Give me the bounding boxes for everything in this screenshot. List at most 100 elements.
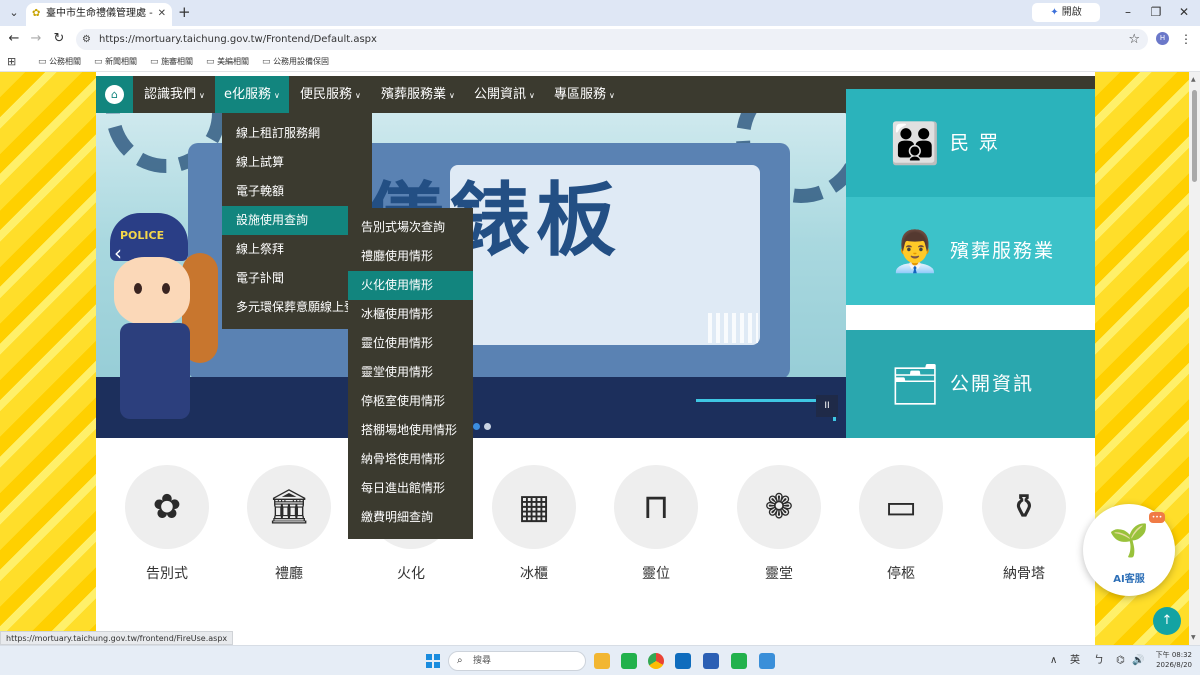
- tab-search-dropdown-icon[interactable]: ⌄: [6, 5, 22, 21]
- home-button[interactable]: ⌂: [96, 76, 133, 113]
- bar-chart-decoration-icon: [708, 313, 758, 343]
- clock-date: 2026/8/20: [1156, 661, 1192, 669]
- gemini-button[interactable]: ✦ 開啟 Gemini: [1032, 3, 1100, 37]
- browser-menu-icon[interactable]: ⋮: [1180, 31, 1192, 47]
- profile-avatar[interactable]: H: [1156, 32, 1169, 45]
- worker-icon: 👨‍💼: [890, 229, 940, 275]
- reload-icon[interactable]: ↻: [50, 30, 68, 48]
- ai-chatbot-button[interactable]: ••• 🌱 AI客服: [1083, 504, 1175, 596]
- submenu-item[interactable]: 搭棚場地使用情形: [348, 416, 473, 445]
- bookmark-star-icon[interactable]: ☆: [1128, 31, 1140, 48]
- window-close-icon[interactable]: ✕: [1176, 4, 1192, 20]
- service-coffin[interactable]: ▭ 停柩: [846, 465, 956, 615]
- tray-expand-icon[interactable]: ∧: [1050, 654, 1057, 668]
- chat-bubble-icon: •••: [1149, 512, 1165, 523]
- service-icons-row: ✿告別式 🏛禮廳 ♨火化 ▦冰櫃 ⊓靈位 ❁靈堂 ▭停柩 ⚱納骨塔: [96, 438, 1095, 645]
- back-to-top-button[interactable]: ↑: [1153, 607, 1181, 635]
- page-viewport: ⌂ 認識我們 ∨ e化服務 ∨ 便民服務 ∨ 殯葬服務業 ∨ 公開資訊 ∨ 專區服務 ∨ 儀…: [0, 72, 1189, 645]
- chrome-icon[interactable]: [648, 653, 664, 669]
- scroll-down-icon[interactable]: ▼: [1191, 634, 1196, 641]
- nav-citizen-services[interactable]: 便民服務 ∨: [300, 76, 361, 113]
- file-explorer-icon[interactable]: [594, 653, 610, 669]
- address-bar[interactable]: ⚙ https://mortuary.taichung.gov.tw/Front…: [76, 29, 1148, 50]
- submenu-item[interactable]: 靈堂使用情形: [348, 358, 473, 387]
- seedling-icon: 🌱: [1109, 521, 1149, 559]
- url-text[interactable]: https://mortuary.taichung.gov.tw/Fronten…: [99, 32, 377, 47]
- submenu-item[interactable]: 每日進出館情形: [348, 474, 473, 503]
- submenu-item[interactable]: 納骨塔使用情形: [348, 445, 473, 474]
- submenu-item[interactable]: 告別式場次查詢: [348, 213, 473, 242]
- scroll-thumb[interactable]: [1192, 90, 1197, 182]
- submenu-item[interactable]: 停柩室使用情形: [348, 387, 473, 416]
- network-icon[interactable]: ⌬: [1116, 654, 1125, 668]
- app-icon[interactable]: [759, 653, 775, 669]
- nav-special-services[interactable]: 專區服務 ∨: [554, 76, 615, 113]
- taskbar-search-placeholder: 搜尋: [473, 656, 492, 666]
- word-icon[interactable]: [703, 653, 719, 669]
- service-farewell[interactable]: ✿ 告別式: [112, 465, 222, 615]
- menu-item-online-booking[interactable]: 線上租訂服務網: [222, 119, 372, 148]
- service-hall[interactable]: 🏛 禮廳: [234, 465, 344, 615]
- line-app-icon[interactable]: [731, 653, 747, 669]
- bookmark-folder[interactable]: ▭ 公務用設備保固: [262, 56, 329, 68]
- carousel-dot[interactable]: [473, 423, 480, 430]
- volume-icon[interactable]: 🔊: [1132, 654, 1144, 668]
- menu-item-online-calc[interactable]: 線上試算: [222, 148, 372, 177]
- windows-start-icon[interactable]: [426, 654, 440, 668]
- tile-public-info[interactable]: 🗂 公開資訊: [846, 330, 1095, 438]
- ime-mode-icon[interactable]: ㄅ: [1094, 654, 1104, 668]
- clock-time: 下午 08:32: [1155, 651, 1192, 659]
- ime-indicator[interactable]: 英: [1070, 654, 1080, 668]
- outlook-icon[interactable]: [675, 653, 691, 669]
- ai-bot-label: AI客服: [1113, 574, 1145, 585]
- nav-public-info[interactable]: 公開資訊 ∨: [474, 76, 535, 113]
- service-freezer[interactable]: ▦ 冰櫃: [479, 465, 589, 615]
- service-columbarium[interactable]: ⚱ 納骨塔: [969, 465, 1079, 615]
- submenu-item[interactable]: 繳費明細查詢: [348, 503, 473, 532]
- chevron-down-icon: ∨: [355, 91, 361, 100]
- menu-item-e-elegy[interactable]: 電子輓額: [222, 177, 372, 206]
- bookmark-folder[interactable]: ▭ 美編相關: [206, 56, 249, 68]
- bookmark-folder[interactable]: ▭ 施審相關: [150, 56, 193, 68]
- tile-funeral-industry[interactable]: 👨‍💼 殯葬服務業: [846, 197, 1095, 305]
- tab-close-icon[interactable]: ✕: [158, 7, 166, 21]
- line-app-icon[interactable]: [621, 653, 637, 669]
- service-shrine[interactable]: ❁ 靈堂: [724, 465, 834, 615]
- taskbar-search[interactable]: ⌕ 搜尋: [448, 651, 586, 671]
- chevron-down-icon: ∨: [274, 91, 280, 100]
- nav-e-services[interactable]: e化服務 ∨: [215, 76, 289, 113]
- service-tablet[interactable]: ⊓ 靈位: [601, 465, 711, 615]
- browser-tab-active[interactable]: ✿ 臺中市生命禮儀管理處 - 殯葬資 ✕: [26, 3, 172, 26]
- facility-query-submenu: 告別式場次查詢 禮廳使用情形 火化使用情形 冰櫃使用情形 靈位使用情形 靈堂使用…: [348, 208, 473, 539]
- scroll-up-icon[interactable]: ▲: [1191, 76, 1196, 83]
- bookmark-folder[interactable]: ▭ 新聞相關: [94, 56, 137, 68]
- back-icon[interactable]: ←: [5, 30, 23, 48]
- system-clock[interactable]: 下午 08:32 2026/8/20: [1152, 650, 1192, 670]
- tile-citizens[interactable]: 👪 民 眾: [846, 89, 1095, 197]
- submenu-item-cremation-usage[interactable]: 火化使用情形: [348, 271, 473, 300]
- new-tab-button[interactable]: +: [178, 4, 191, 20]
- menu-item-facility-query[interactable]: 設施使用查詢: [222, 206, 348, 235]
- carousel-dots: [473, 419, 495, 433]
- page-scrollbar[interactable]: ▲ ▼: [1189, 72, 1200, 645]
- site-info-icon[interactable]: ⚙: [82, 33, 91, 46]
- minimize-icon[interactable]: –: [1120, 4, 1136, 20]
- carousel-prev-icon[interactable]: ‹: [114, 241, 122, 265]
- submenu-item[interactable]: 禮廳使用情形: [348, 242, 473, 271]
- submenu-item[interactable]: 靈位使用情形: [348, 329, 473, 358]
- bookmarks-bar: ⊞ ▭ 公務相關 ▭ 新聞相關 ▭ 施審相關 ▭ 美編相關 ▭ 公務用設備保固: [0, 52, 1200, 72]
- home-icon: ⌂: [105, 85, 124, 104]
- folder-icon: ▭: [94, 57, 103, 67]
- nav-funeral-industry[interactable]: 殯葬服務業 ∨: [381, 76, 455, 113]
- restore-icon[interactable]: ❐: [1148, 4, 1164, 20]
- submenu-item[interactable]: 冰櫃使用情形: [348, 300, 473, 329]
- carousel-dot[interactable]: [484, 423, 491, 430]
- forward-icon[interactable]: →: [27, 30, 45, 48]
- site-favicon-icon: ✿: [32, 8, 41, 19]
- carousel-pause-button[interactable]: II: [816, 395, 838, 417]
- chevron-down-icon: ∨: [449, 91, 455, 100]
- freezer-icon: ▦: [517, 487, 551, 527]
- apps-grid-icon[interactable]: ⊞: [7, 55, 16, 68]
- bookmark-folder[interactable]: ▭ 公務相關: [38, 56, 81, 68]
- nav-about[interactable]: 認識我們 ∨: [144, 76, 205, 113]
